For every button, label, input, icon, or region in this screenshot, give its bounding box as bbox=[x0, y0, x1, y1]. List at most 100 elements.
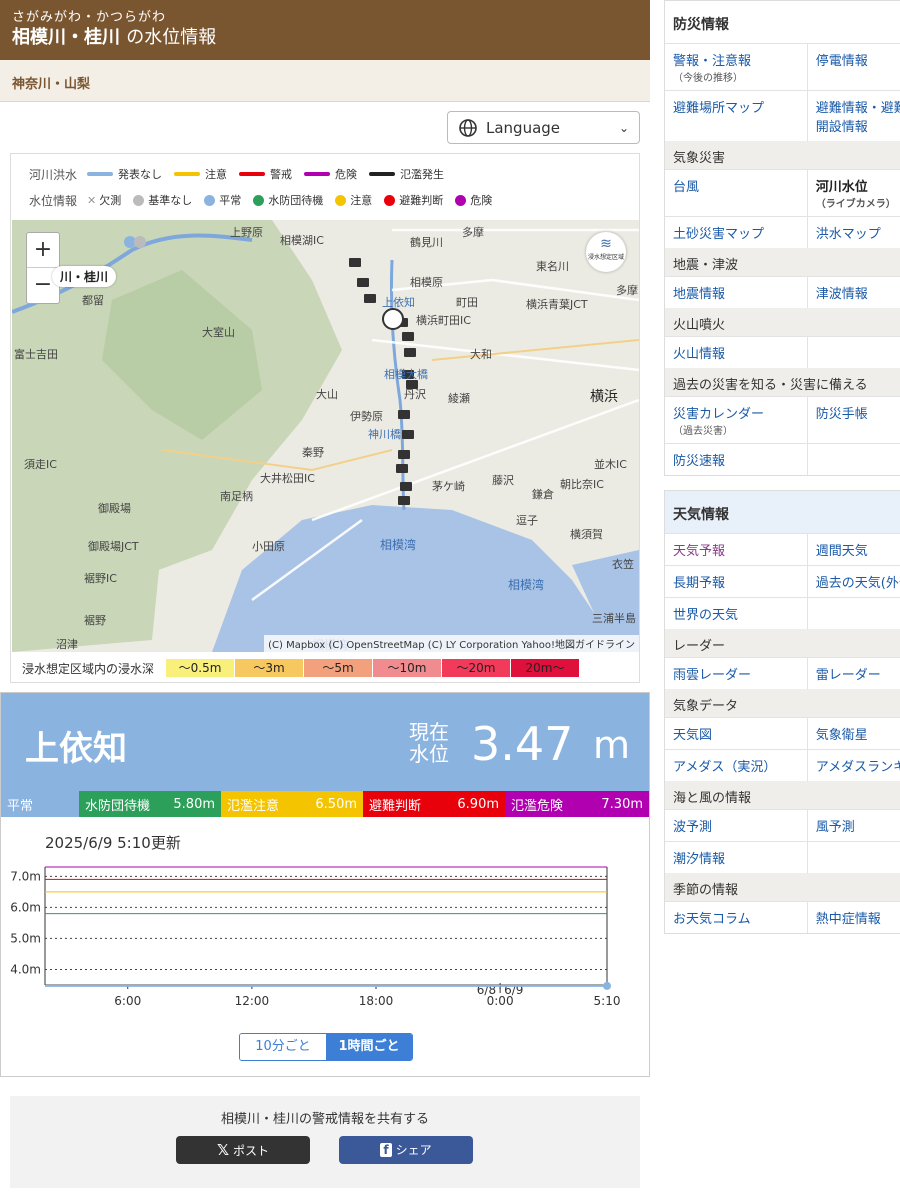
section-heading: 気象災害 bbox=[665, 141, 900, 169]
sidebar-link[interactable]: 波予測 bbox=[665, 810, 808, 841]
sidebar-link[interactable]: 風予測 bbox=[808, 810, 900, 841]
facebook-logo-icon: f bbox=[380, 1143, 392, 1157]
y-tick-label: 5.0m bbox=[10, 931, 41, 945]
sidebar-link[interactable]: 雷レーダー bbox=[808, 658, 900, 689]
sidebar-link[interactable]: 防災手帳 bbox=[808, 397, 900, 443]
page-title: 相模川・桂川 の水位情報 bbox=[12, 26, 638, 50]
sidebar-link[interactable]: 警報・注意報 （今後の推移） bbox=[665, 44, 808, 90]
sidebar-link[interactable]: 雨雲レーダー bbox=[665, 658, 808, 689]
sidebar-link[interactable]: 天気図 bbox=[665, 718, 808, 749]
map-label: 藤沢 bbox=[492, 474, 514, 487]
sidebar-link[interactable]: お天気コラム bbox=[665, 902, 808, 933]
sidebar-link[interactable]: 天気予報 bbox=[665, 534, 808, 565]
sidebar-link[interactable]: 防災速報 bbox=[665, 444, 808, 475]
legend-item-label: 欠測 bbox=[99, 194, 122, 207]
ten-min-button[interactable]: 10分ごと bbox=[240, 1034, 326, 1060]
map-label: 裾野IC bbox=[84, 572, 117, 585]
sidebar-link[interactable]: 避難情報・避難所開設情報 bbox=[808, 91, 900, 141]
threshold-name: 平常 bbox=[7, 798, 34, 814]
sidebar-row: 地震情報 津波情報 bbox=[665, 276, 900, 308]
x-post-button[interactable]: 𝕏 ポスト bbox=[176, 1136, 310, 1164]
zoom-in-button[interactable]: + bbox=[27, 233, 59, 268]
map-label: 多摩 bbox=[616, 284, 638, 297]
map-label: 相模湖IC bbox=[280, 234, 324, 247]
map[interactable]: 上野原 相模湖IC 多摩 鶴見川 東名川 都留 大室山 相模原 町田 横浜青葉JCT 多摩 富士吉田横… bbox=[12, 220, 639, 652]
sidebar-link-label: 天気予報 bbox=[673, 544, 726, 559]
depth-swatch: 〜10m bbox=[373, 659, 442, 677]
sidebar-row: 潮汐情報 bbox=[665, 841, 900, 873]
dot-swatch bbox=[204, 194, 216, 206]
flood-legend-item: 氾濫発生 bbox=[369, 166, 444, 182]
language-select[interactable]: Language ⌄ bbox=[447, 111, 640, 144]
sidebar-link[interactable]: 地震情報 bbox=[665, 277, 808, 308]
sidebar-link[interactable]: 台風 bbox=[665, 170, 808, 216]
sidebar-link-label: 洪水マップ bbox=[815, 227, 881, 242]
sidebar-link-label: 天気図 bbox=[673, 728, 713, 743]
flood-legend-item: 注意 bbox=[174, 166, 227, 182]
y-tick-label: 7.0m bbox=[10, 869, 41, 883]
map-label: 衣笠 bbox=[612, 558, 634, 571]
depth-swatch: 〜5m bbox=[304, 659, 373, 677]
sidebar-row: 防災速報 bbox=[665, 443, 900, 475]
map-legend: 河川洪水 発表なし 注意 警戒 危険 氾濫発生 水位情報 ✕ 欠測 基準なし 平常 水防団待機注… bbox=[11, 154, 639, 218]
section-heading: 季節の情報 bbox=[665, 873, 900, 901]
legend-item-label: 平常 bbox=[219, 194, 242, 207]
sidebar-link[interactable]: 潮汐情報 bbox=[665, 842, 808, 873]
sidebar-link[interactable]: 熱中症情報 bbox=[808, 902, 900, 933]
legend-item-label: 注意 bbox=[350, 194, 373, 207]
sidebar-link[interactable]: 長期予報 bbox=[665, 566, 808, 597]
title-suffix: の水位情報 bbox=[126, 27, 217, 48]
map-label: 上野原 bbox=[230, 226, 263, 239]
title-kana: さがみがわ・かつらがわ bbox=[12, 10, 167, 25]
map-label: 相模湾 bbox=[508, 578, 545, 592]
sidebar-link[interactable]: 土砂災害マップ bbox=[665, 217, 808, 248]
level-legend-item: 避難判断 bbox=[384, 192, 443, 208]
shinsui-button[interactable]: ≋ 浸水想定区域 bbox=[586, 232, 626, 272]
sidebar-row: 雨雲レーダー 雷レーダー bbox=[665, 657, 900, 689]
sidebar-link[interactable]: 河川水位 （ライブカメラ） bbox=[808, 170, 900, 216]
sidebar-link-label: 土砂災害マップ bbox=[673, 227, 765, 242]
map-label: 富士吉田 bbox=[14, 348, 58, 361]
hourly-button[interactable]: 1時間ごと bbox=[326, 1034, 412, 1060]
chevron-down-icon: ⌄ bbox=[618, 120, 629, 135]
sidebar-link[interactable]: アメダスランキング bbox=[808, 750, 900, 781]
sidebar-link[interactable]: 世界の天気 bbox=[665, 598, 808, 629]
sidebar-link[interactable]: 停電情報 bbox=[808, 44, 900, 90]
facebook-share-button[interactable]: f シェア bbox=[339, 1136, 473, 1164]
sidebar-link[interactable]: 過去の天気(外部) bbox=[808, 566, 900, 597]
sidebar-link[interactable]: 洪水マップ bbox=[808, 217, 900, 248]
sidebar-link[interactable]: 火山情報 bbox=[665, 337, 808, 368]
map-label: 相模湾 bbox=[380, 538, 417, 552]
sidebar-link[interactable]: 週間天気 bbox=[808, 534, 900, 565]
sidebar-link[interactable]: 津波情報 bbox=[808, 277, 900, 308]
station-dot-gray bbox=[134, 236, 146, 248]
sidebar-link[interactable]: 避難場所マップ bbox=[665, 91, 808, 141]
share-box: 相模川・桂川の警戒情報を共有する 𝕏 ポスト f シェア bbox=[10, 1096, 640, 1188]
sidebar-link-label: 台風 bbox=[673, 180, 700, 195]
sidebar-link[interactable]: 災害カレンダー （過去災害） bbox=[665, 397, 808, 443]
sidebar-link[interactable]: 気象衛星 bbox=[808, 718, 900, 749]
selected-station-marker bbox=[382, 308, 404, 330]
interval-toggle: 10分ごと 1時間ごと bbox=[239, 1033, 413, 1061]
sidebar-link-label: 防災手帳 bbox=[815, 407, 868, 422]
sidebar-link-label: 過去の天気(外部) bbox=[815, 576, 900, 591]
map-label: 伊勢原 bbox=[350, 410, 383, 423]
sidebar-row: アメダス（実況） アメダスランキング bbox=[665, 749, 900, 781]
map-label: 綾瀬 bbox=[448, 392, 470, 405]
station-card: 上依知 現在 水位 3.47 m 平常 水防団待機 5.80m 氾濫注意 6.50m 避難判… bbox=[0, 692, 650, 1077]
line-swatch bbox=[369, 172, 396, 176]
panel-heading: 防災情報 bbox=[665, 1, 900, 43]
sidebar-link-label: 週間天気 bbox=[815, 544, 868, 559]
y-tick-label: 4.0m bbox=[10, 962, 41, 976]
dot-swatch bbox=[384, 194, 396, 206]
map-label: 須走IC bbox=[24, 458, 57, 471]
water-level-chart: 7.0m6.0m5.0m4.0m6:00 12:00 18:00 0:00 5:106/… bbox=[10, 866, 620, 1008]
sidebar-link[interactable]: アメダス（実況） bbox=[665, 750, 808, 781]
legend-item-label: 氾濫発生 bbox=[400, 168, 445, 181]
sidebar-link-sub: （ライブカメラ） bbox=[815, 199, 896, 210]
river-tag[interactable]: 川・桂川 bbox=[52, 266, 117, 287]
threshold-name: 避難判断 bbox=[369, 798, 422, 814]
sidebar-link-label: 河川水位 bbox=[815, 180, 868, 195]
sidebar-link-label: アメダス（実況） bbox=[673, 760, 777, 775]
line-swatch bbox=[87, 172, 114, 176]
